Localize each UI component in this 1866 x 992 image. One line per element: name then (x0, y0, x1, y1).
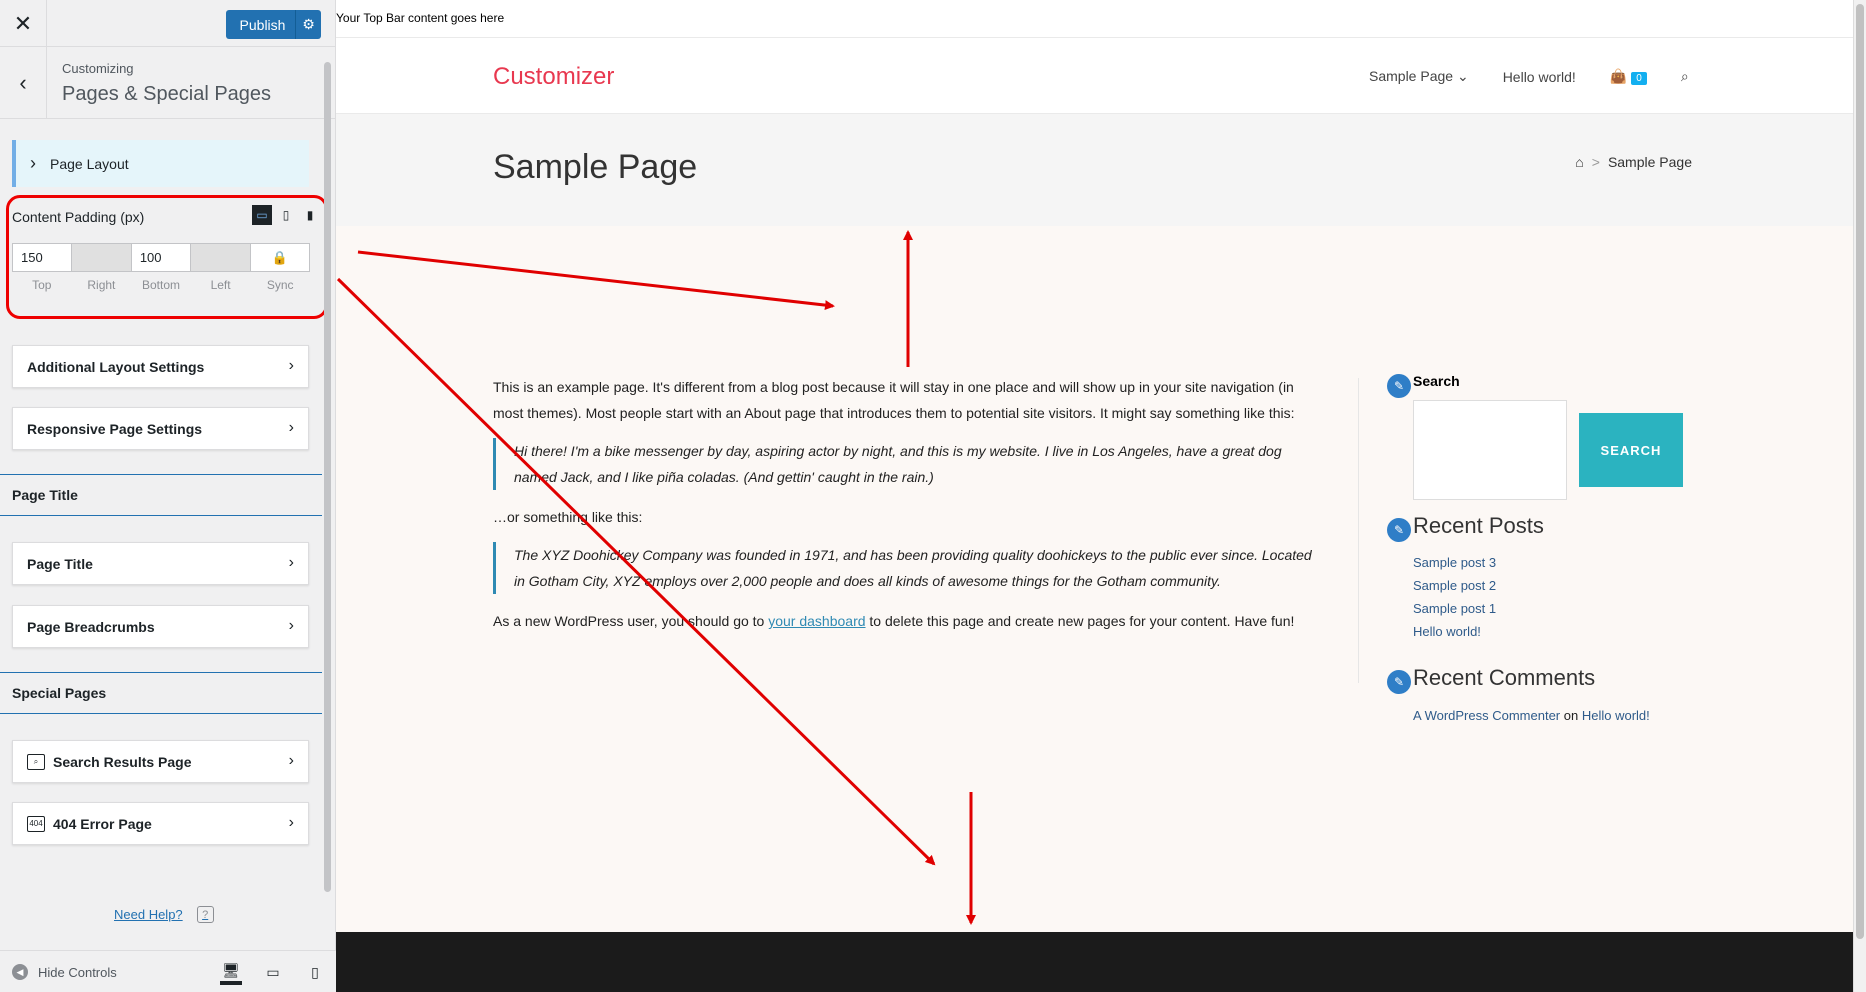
recent-post-link[interactable]: Sample post 3 (1413, 551, 1496, 574)
search-input[interactable] (1413, 400, 1567, 500)
breadcrumb-current: Sample Page (1607, 154, 1692, 170)
card-label: Page Breadcrumbs (27, 618, 155, 635)
search-button[interactable]: SEARCH (1579, 413, 1683, 487)
content-area: This is an example page. It's different … (336, 226, 1853, 932)
dashboard-link[interactable]: your dashboard (768, 613, 865, 629)
edit-widget-icon[interactable]: ✎ (1387, 374, 1411, 398)
breadcrumb: ⌂ > Sample Page (1575, 154, 1692, 170)
chevron-down-icon: ⌄ (1456, 68, 1469, 84)
collapse-icon: ◀ (12, 964, 28, 980)
help-icon: ? (196, 906, 214, 923)
additional-layout-settings-button[interactable]: Additional Layout Settings › (12, 345, 309, 388)
nav-cart[interactable]: 👜 0 (1610, 68, 1647, 85)
need-help-label: Need Help? (114, 907, 183, 922)
highlight-box (6, 195, 328, 319)
publish-label: Publish (239, 16, 286, 33)
chevron-right-icon: › (288, 752, 294, 769)
card-label: Responsive Page Settings (27, 420, 203, 437)
recent-post-link[interactable]: Sample post 2 (1413, 574, 1496, 597)
comment-on: on (1563, 708, 1579, 723)
chevron-right-icon: › (288, 357, 294, 374)
responsive-page-settings-button[interactable]: Responsive Page Settings › (12, 407, 309, 450)
cart-count-badge: 0 (1631, 72, 1647, 85)
page-header: Sample Page ⌂ > Sample Page (336, 114, 1853, 226)
publish-button[interactable]: Publish ⚙ (226, 10, 321, 39)
group-title-special-pages: Special Pages (0, 672, 322, 714)
recent-comments-title: Recent Comments (1413, 665, 1596, 690)
chevron-right-icon: › (288, 617, 294, 634)
bag-icon: 👜 (1609, 68, 1628, 84)
close-icon[interactable]: ✕ (0, 0, 47, 47)
content-paragraph: …or something like this: (493, 509, 643, 525)
card-label: Additional Layout Settings (27, 358, 205, 375)
page-layout-label: Page Layout (50, 155, 129, 172)
page-title-button[interactable]: Page Title › (12, 542, 309, 585)
need-help-link[interactable]: Need Help? ? (114, 906, 214, 923)
text: As a new WordPress user, you should go t… (493, 613, 769, 629)
sidebar-divider (1358, 378, 1359, 683)
page-breadcrumbs-button[interactable]: Page Breadcrumbs › (12, 605, 309, 648)
site-footer (336, 932, 1853, 992)
comment-author-link[interactable]: A WordPress Commenter (1413, 708, 1560, 723)
hide-controls-label: Hide Controls (38, 964, 117, 980)
customizer-sidebar: ✕ Publish ⚙ ‹ Customizing Pages & Specia… (0, 0, 336, 992)
text: to delete this page and create new pages… (865, 613, 1295, 629)
content-quote: The XYZ Doohickey Company was founded in… (493, 542, 1323, 594)
error-page-icon: 404 (27, 815, 45, 832)
site-top-bar: Your Top Bar content goes here (336, 0, 1853, 38)
sidebar-scrollbar[interactable] (324, 62, 331, 892)
comment-post-link[interactable]: Hello world! (1582, 708, 1650, 723)
search-widget-title: Search (1413, 373, 1460, 389)
site-logo[interactable]: Customizer (493, 63, 614, 91)
customizing-label: Customizing (62, 61, 134, 76)
nav-hello-world[interactable]: Hello world! (1503, 69, 1576, 85)
preview-scrollbar-thumb[interactable] (1856, 4, 1864, 939)
recent-posts-title: Recent Posts (1413, 513, 1544, 538)
customizer-header: ✕ Publish ⚙ (0, 0, 335, 47)
tablet-preview-icon[interactable]: ▭ (262, 959, 284, 985)
preview-scrollbar[interactable] (1853, 0, 1866, 992)
recent-posts-list: Sample post 3 Sample post 2 Sample post … (1413, 551, 1496, 643)
edit-widget-icon[interactable]: ✎ (1387, 518, 1411, 542)
gear-icon[interactable]: ⚙ (295, 10, 321, 39)
chevron-right-icon: › (30, 153, 36, 173)
preview-device-switcher: 🖥 ▭ ▯ (220, 959, 326, 985)
chevron-right-icon: › (288, 419, 294, 436)
page-layout-accordion[interactable]: › Page Layout (12, 140, 309, 187)
back-icon[interactable]: ‹ (0, 47, 47, 119)
site-preview: Your Top Bar content goes here Customize… (336, 0, 1853, 992)
content-paragraph: This is an example page. It's different … (493, 379, 1295, 421)
card-label: Search Results Page (53, 753, 192, 770)
mobile-preview-icon[interactable]: ▯ (304, 959, 326, 985)
page-content: This is an example page. It's different … (493, 374, 1323, 646)
card-label: 404 Error Page (53, 815, 152, 832)
recent-post-link[interactable]: Sample post 1 (1413, 597, 1496, 620)
404-error-page-button[interactable]: 404 404 Error Page › (12, 802, 309, 845)
customizer-footer: ◀ Hide Controls 🖥 ▭ ▯ (0, 950, 336, 992)
card-label: Page Title (27, 555, 93, 572)
home-icon[interactable]: ⌂ (1575, 154, 1583, 170)
group-title-page-title: Page Title (0, 474, 322, 516)
content-quote: Hi there! I'm a bike messenger by day, a… (493, 438, 1323, 490)
chevron-right-icon: › (288, 554, 294, 571)
section-header: ‹ Customizing Pages & Special Pages (0, 47, 335, 119)
desktop-preview-icon[interactable]: 🖥 (220, 959, 242, 985)
search-results-page-button[interactable]: ⌕ Search Results Page › (12, 740, 309, 783)
section-title: Pages & Special Pages (62, 83, 272, 105)
search-page-icon: ⌕ (27, 753, 45, 770)
chevron-right-icon: › (288, 814, 294, 831)
content-paragraph: As a new WordPress user, you should go t… (493, 608, 1323, 634)
site-nav: Sample Page ⌄ Hello world! 👜 0 ⌕ (1369, 68, 1689, 85)
breadcrumb-separator: > (1591, 154, 1600, 170)
hide-controls-button[interactable]: ◀ Hide Controls (12, 964, 117, 980)
site-header: Customizer Sample Page ⌄ Hello world! 👜 0… (336, 38, 1853, 114)
nav-sample-page[interactable]: Sample Page ⌄ (1369, 68, 1469, 85)
search-icon[interactable]: ⌕ (1681, 68, 1689, 85)
page-title: Sample Page (493, 148, 698, 186)
recent-comment: A WordPress Commenter on Hello world! (1413, 708, 1650, 723)
recent-post-link[interactable]: Hello world! (1413, 620, 1496, 643)
edit-widget-icon[interactable]: ✎ (1387, 670, 1411, 694)
nav-label: Sample Page (1369, 68, 1454, 84)
